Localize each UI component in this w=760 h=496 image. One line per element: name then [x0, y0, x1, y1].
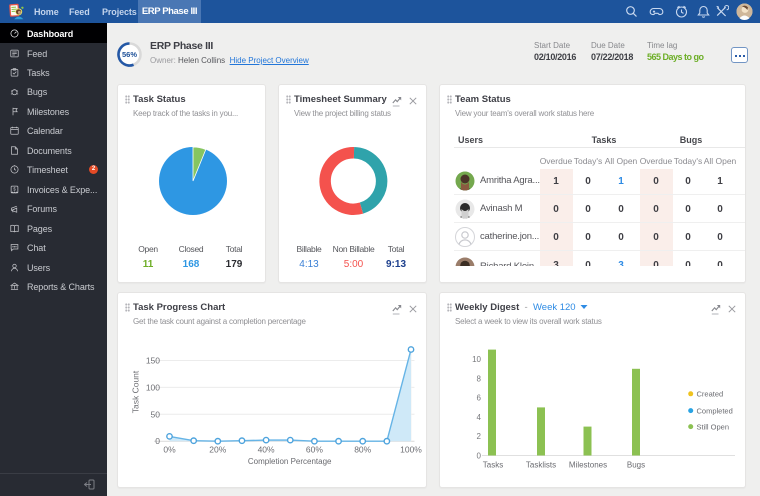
svg-text:6: 6: [477, 394, 482, 403]
svg-text:Tasks: Tasks: [483, 461, 503, 470]
svg-text:2: 2: [477, 432, 482, 441]
svg-text:0: 0: [477, 452, 482, 461]
svg-text:Created: Created: [697, 390, 724, 399]
svg-text:Completed: Completed: [697, 406, 733, 415]
svg-text:Still Open: Still Open: [697, 422, 730, 431]
svg-text:8: 8: [477, 375, 482, 384]
svg-text:56%: 56%: [122, 50, 137, 59]
svg-text:40%: 40%: [258, 445, 275, 455]
svg-text:Milestones: Milestones: [569, 461, 607, 470]
svg-text:Completion Percentage: Completion Percentage: [248, 457, 332, 466]
svg-text:Task Count: Task Count: [131, 370, 141, 413]
svg-text:$: $: [13, 186, 16, 191]
svg-text:60%: 60%: [306, 445, 323, 455]
svg-text:10: 10: [472, 355, 481, 364]
svg-text:80%: 80%: [354, 445, 371, 455]
svg-text:4: 4: [477, 413, 482, 422]
svg-text:Bugs: Bugs: [627, 461, 645, 470]
svg-text:20%: 20%: [209, 445, 226, 455]
svg-text:Tasklists: Tasklists: [526, 461, 556, 470]
svg-text:0%: 0%: [163, 445, 176, 455]
svg-text:100%: 100%: [400, 445, 422, 455]
svg-text:100: 100: [146, 382, 160, 392]
svg-text:0: 0: [155, 436, 160, 446]
svg-text:50: 50: [151, 409, 161, 419]
svg-text:150: 150: [146, 356, 160, 366]
